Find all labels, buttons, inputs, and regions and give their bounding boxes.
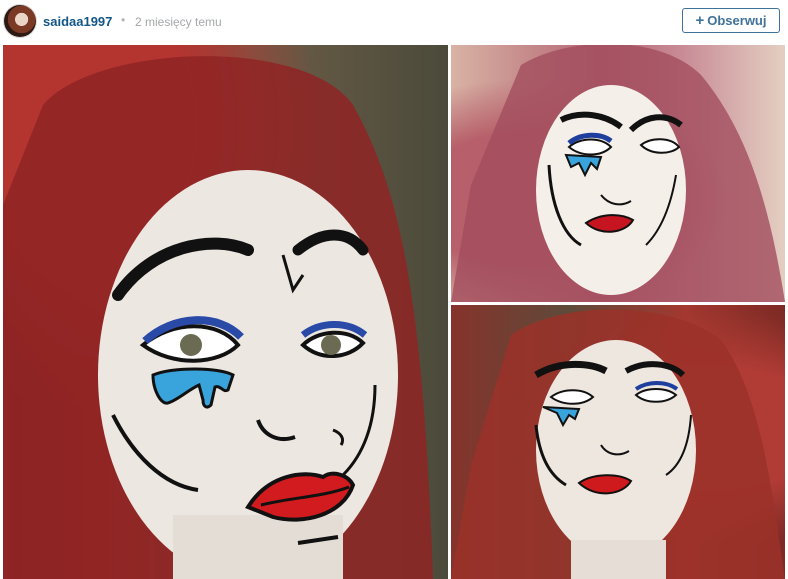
pop-art-face-bottom [451, 309, 785, 579]
username-link[interactable]: saidaa1997 [43, 14, 112, 29]
plus-icon: + [695, 12, 705, 29]
follow-button-label: Obserwuj [707, 13, 767, 28]
photo-main[interactable] [3, 45, 448, 579]
separator-dot: • [121, 13, 126, 27]
pop-art-face-top [451, 45, 785, 302]
follow-button[interactable]: + Obserwuj [682, 8, 780, 33]
pop-art-face-large [3, 56, 433, 579]
photo-top-right[interactable] [451, 45, 785, 302]
user-avatar[interactable] [4, 5, 36, 37]
photo-bottom-right[interactable] [451, 305, 785, 579]
post-header: saidaa1997 • 2 miesięcy temu + Obserwuj [0, 0, 788, 44]
post-timestamp[interactable]: 2 miesięcy temu [135, 15, 222, 29]
